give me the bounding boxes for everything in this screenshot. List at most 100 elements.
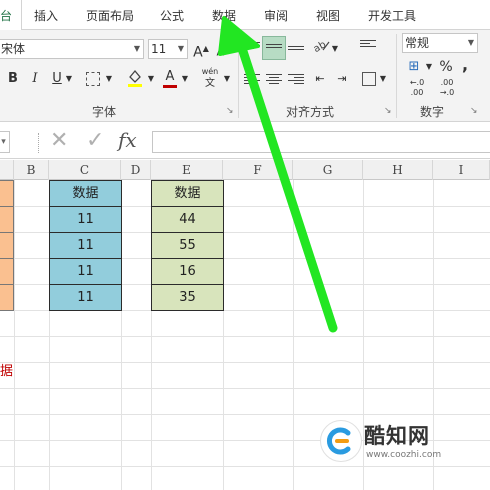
gridline xyxy=(0,466,490,467)
wrap-text-icon[interactable] xyxy=(360,40,376,52)
coozhi-logo-icon xyxy=(320,420,362,462)
merge-center-button[interactable] xyxy=(360,68,378,90)
decrease-font-size-button[interactable]: A▼ xyxy=(214,38,232,60)
table-e-cell[interactable]: 55 xyxy=(151,232,224,259)
increase-decimal-button[interactable]: ←.0 .00 xyxy=(404,78,430,100)
name-box-dropdown[interactable]: ▾ xyxy=(0,131,10,153)
chevron-down-icon[interactable]: ▼ xyxy=(64,68,74,90)
increase-indent-icon[interactable]: ⇥ xyxy=(332,68,352,90)
number-dialog-launcher-icon[interactable]: ↘ xyxy=(470,106,478,116)
font-dialog-launcher-icon[interactable]: ↘ xyxy=(226,106,234,116)
chevron-down-icon[interactable]: ▼ xyxy=(378,68,388,90)
increase-font-letter: A xyxy=(193,44,203,61)
tab-data[interactable]: 数据 xyxy=(212,6,236,26)
tab-developer[interactable]: 开发工具 xyxy=(368,6,416,26)
group-divider xyxy=(396,34,397,118)
number-group-label: 数字 xyxy=(420,105,445,119)
column-header-f[interactable]: F xyxy=(223,160,293,180)
alignment-dialog-launcher-icon[interactable]: ↘ xyxy=(384,106,392,116)
orange-cell[interactable] xyxy=(0,180,14,207)
number-format-select[interactable]: 常规 ▼ xyxy=(402,33,478,53)
font-group-label: 字体 xyxy=(92,105,117,119)
column-header-b[interactable]: B xyxy=(14,160,49,180)
chevron-down-icon[interactable]: ▼ xyxy=(146,68,156,90)
tab-review[interactable]: 审阅 xyxy=(264,6,288,26)
border-grid-icon xyxy=(86,71,100,86)
tab-home[interactable]: 台 xyxy=(0,6,12,26)
tab-page-layout[interactable]: 页面布局 xyxy=(86,6,134,26)
table-e-header[interactable]: 数据 xyxy=(151,180,224,207)
merge-cells-icon xyxy=(362,71,376,86)
align-bottom-icon[interactable] xyxy=(288,46,304,58)
orange-cell[interactable] xyxy=(0,258,14,285)
chevron-down-icon[interactable]: ▼ xyxy=(424,56,434,78)
phonetic-guide-button[interactable]: wén 文 xyxy=(198,66,222,89)
column-header-e[interactable]: E xyxy=(151,160,223,180)
group-divider xyxy=(238,34,239,118)
table-e-cell[interactable]: 35 xyxy=(151,284,224,311)
increase-font-size-button[interactable]: A▲ xyxy=(192,38,210,61)
column-header-d[interactable]: D xyxy=(121,160,151,180)
chevron-down-icon[interactable]: ▼ xyxy=(468,34,474,52)
chevron-down-icon[interactable]: ▼ xyxy=(178,40,184,58)
bold-button[interactable]: B xyxy=(4,68,22,90)
font-color-swatch xyxy=(163,85,177,88)
accounting-format-button[interactable]: ⊞ xyxy=(404,56,424,78)
tab-insert[interactable]: 插入 xyxy=(34,6,58,26)
table-c-header[interactable]: 数据 xyxy=(49,180,122,207)
align-left-icon[interactable] xyxy=(244,74,260,86)
orange-cell[interactable] xyxy=(0,206,14,233)
increase-decimal-top: ←.0 xyxy=(409,78,425,87)
tab-formulas[interactable]: 公式 xyxy=(160,6,184,26)
table-c-cell[interactable]: 11 xyxy=(49,232,122,259)
chevron-down-icon[interactable]: ▼ xyxy=(180,68,190,90)
text-orientation-icon: ab xyxy=(312,39,330,55)
table-c-cell[interactable]: 11 xyxy=(49,284,122,311)
align-center-icon[interactable] xyxy=(266,74,282,86)
orange-cell[interactable] xyxy=(0,232,14,259)
table-c-cell[interactable]: 11 xyxy=(49,206,122,233)
chevron-down-icon[interactable]: ▼ xyxy=(134,40,140,58)
font-name-select[interactable]: 宋体 ▼ xyxy=(0,39,144,59)
decrease-font-letter: A xyxy=(216,45,225,59)
table-c-cell[interactable]: 11 xyxy=(49,258,122,285)
align-middle-button[interactable] xyxy=(262,36,286,60)
insert-function-button[interactable]: fx xyxy=(118,128,137,152)
paint-bucket-icon xyxy=(128,69,142,87)
chevron-down-icon[interactable]: ▼ xyxy=(104,68,114,90)
gridline xyxy=(0,414,490,415)
formula-input[interactable] xyxy=(152,131,490,153)
chevron-down-icon[interactable]: ▼ xyxy=(222,68,232,90)
percent-style-button[interactable]: % xyxy=(438,56,454,78)
gridline xyxy=(0,336,490,337)
chevron-down-icon[interactable]: ▼ xyxy=(330,38,340,60)
column-header-h[interactable]: H xyxy=(363,160,433,180)
font-size-select[interactable]: 11 ▼ xyxy=(148,39,188,59)
select-all-corner[interactable] xyxy=(0,160,14,180)
cancel-icon[interactable]: ✕ xyxy=(50,128,68,153)
alignment-group-label: 对齐方式 xyxy=(286,105,335,119)
watermark: 酷知网 www.coozhi.com xyxy=(320,418,490,466)
watermark-title: 酷知网 xyxy=(364,424,430,448)
orientation-button[interactable]: ab xyxy=(310,36,332,58)
comma-style-button[interactable]: , xyxy=(458,54,472,76)
column-header-i[interactable]: I xyxy=(433,160,490,180)
italic-button[interactable]: I xyxy=(26,68,44,90)
decrease-indent-icon[interactable]: ⇤ xyxy=(310,68,330,90)
fill-color-button[interactable] xyxy=(124,68,146,90)
orange-cell[interactable] xyxy=(0,284,14,311)
enter-icon[interactable]: ✓ xyxy=(86,128,104,153)
align-right-icon[interactable] xyxy=(288,74,304,86)
ribbon-tab-bar: 台 插入 页面布局 公式 数据 审阅 视图 开发工具 xyxy=(0,0,490,30)
align-top-icon[interactable] xyxy=(244,42,260,54)
column-header-c[interactable]: C xyxy=(49,160,121,180)
table-e-cell[interactable]: 16 xyxy=(151,258,224,285)
table-e-cell[interactable]: 44 xyxy=(151,206,224,233)
column-header-g[interactable]: G xyxy=(293,160,363,180)
borders-button[interactable] xyxy=(82,68,104,90)
decrease-decimal-button[interactable]: .00 →.0 xyxy=(434,78,460,100)
font-color-button[interactable]: A xyxy=(160,66,180,88)
decrease-decimal-top: .00 xyxy=(440,78,454,87)
formula-bar-divider xyxy=(38,133,39,153)
tab-view[interactable]: 视图 xyxy=(316,6,340,26)
